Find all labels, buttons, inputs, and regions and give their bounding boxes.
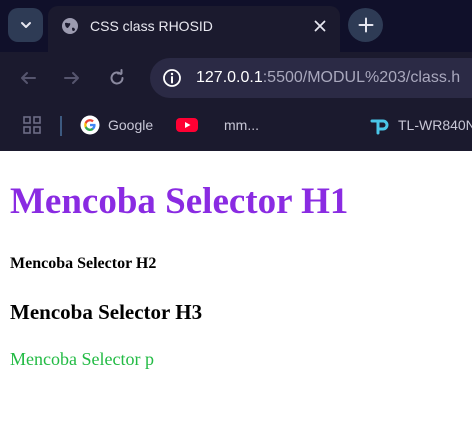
address-bar[interactable]: 127.0.0.1:5500/MODUL%203/class.h bbox=[150, 58, 472, 98]
site-info-button[interactable] bbox=[160, 66, 184, 90]
bookmarks-divider bbox=[60, 116, 62, 136]
bookmark-mm[interactable]: mm... bbox=[216, 112, 259, 138]
google-icon bbox=[80, 115, 100, 135]
new-tab-button[interactable] bbox=[348, 8, 383, 42]
tab-active[interactable]: CSS class RHOSID bbox=[48, 6, 340, 52]
tab-search-button[interactable] bbox=[8, 8, 43, 42]
tab-strip: CSS class RHOSID bbox=[0, 0, 472, 52]
paragraph-p: Mencoba Selector p bbox=[10, 349, 154, 369]
browser-chrome: CSS class RHOSID 127.0.0.1:5500/MODUL%20… bbox=[0, 0, 472, 151]
url-host: 127.0.0.1 bbox=[196, 69, 263, 86]
arrow-right-icon bbox=[64, 72, 79, 84]
tab-title: CSS class RHOSID bbox=[90, 18, 213, 34]
toolbar: 127.0.0.1:5500/MODUL%203/class.h bbox=[0, 52, 472, 104]
bookmark-tl-wr840n[interactable]: TL-WR840N bbox=[368, 112, 472, 138]
reload-button[interactable] bbox=[105, 66, 129, 90]
heading-h2: Mencoba Selector H2 bbox=[10, 255, 157, 272]
bookmark-label: Google bbox=[108, 117, 154, 133]
chevron-down-icon bbox=[20, 22, 31, 28]
url-text: 127.0.0.1:5500/MODUL%203/class.h bbox=[196, 68, 460, 88]
bookmarks-bar: Google mm... TL-WR840N bbox=[0, 104, 472, 151]
back-button[interactable] bbox=[16, 66, 40, 90]
bookmark-label: TL-WR840N bbox=[398, 117, 472, 133]
tplink-icon bbox=[370, 119, 389, 135]
bookmark-youtube[interactable] bbox=[176, 112, 198, 138]
tab-close-button[interactable] bbox=[310, 16, 330, 36]
globe-icon bbox=[62, 18, 78, 34]
url-path: :5500/MODUL%203/class.h bbox=[262, 69, 461, 86]
youtube-icon bbox=[176, 118, 198, 132]
page-content: Mencoba Selector H1 Mencoba Selector H2 … bbox=[0, 151, 472, 424]
heading-h3: Mencoba Selector H3 bbox=[10, 300, 203, 324]
bookmark-label: mm... bbox=[224, 117, 259, 133]
bookmark-google[interactable]: Google bbox=[80, 112, 153, 138]
forward-button[interactable] bbox=[60, 66, 84, 90]
info-icon bbox=[163, 69, 181, 87]
reload-icon bbox=[110, 69, 124, 85]
heading-h1: Mencoba Selector H1 bbox=[10, 181, 349, 222]
arrow-left-icon bbox=[21, 72, 36, 84]
plus-icon bbox=[358, 17, 373, 33]
apps-grid-icon[interactable] bbox=[22, 115, 42, 135]
close-icon bbox=[314, 20, 326, 32]
